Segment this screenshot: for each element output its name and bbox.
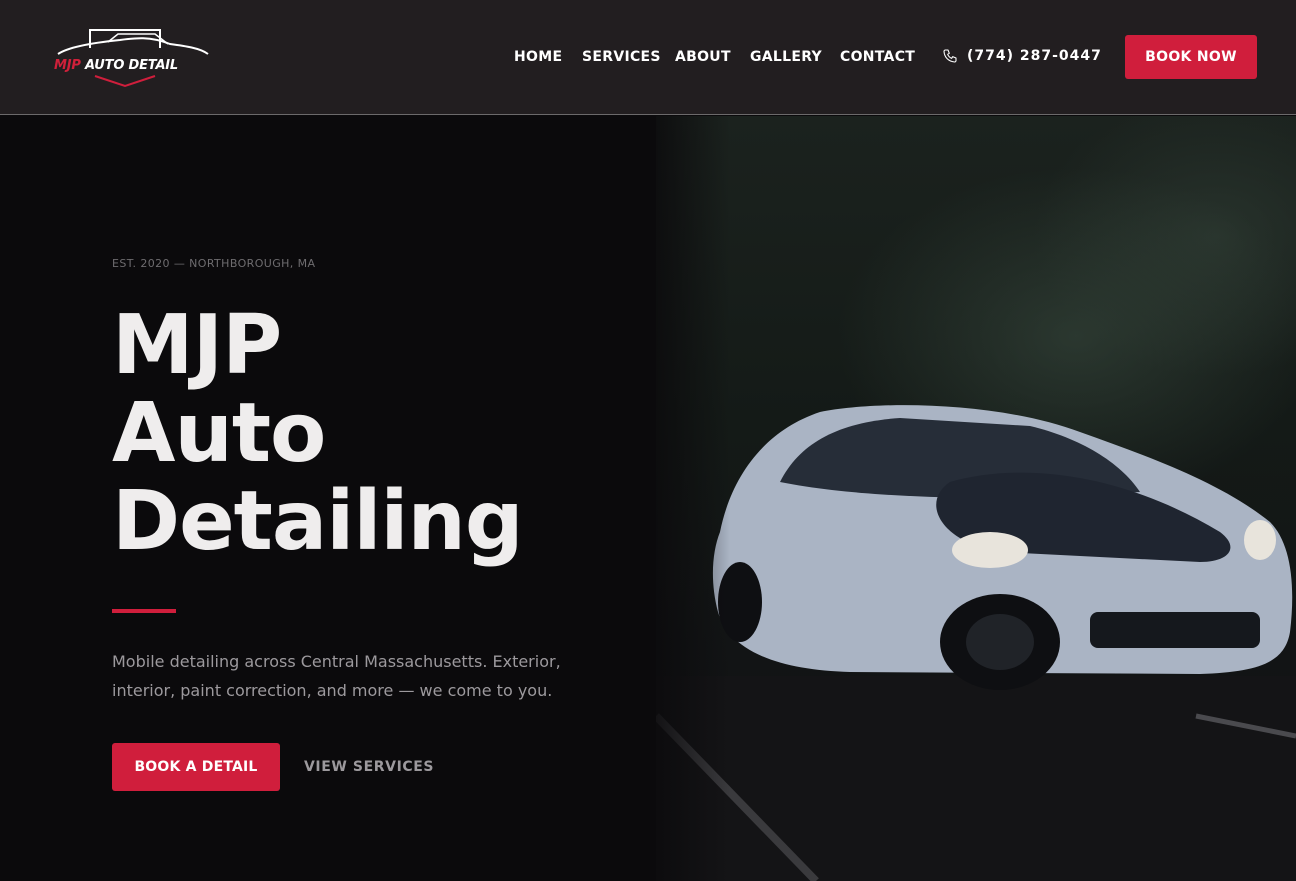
hero-title-line-1: MJP: [112, 298, 282, 393]
hero-accent-divider: [112, 609, 176, 613]
hero-title-line-2: Auto: [112, 386, 326, 481]
hero-title: MJP Auto Detailing: [112, 298, 524, 569]
view-services-link[interactable]: VIEW SERVICES: [304, 759, 434, 775]
hero-title-line-3: Detailing: [112, 474, 524, 569]
logo-wordmark: MJP AUTO DETAIL: [54, 58, 178, 73]
phone-icon: [943, 49, 957, 63]
hero-description: Mobile detailing across Central Massachu…: [112, 652, 561, 700]
nav-about[interactable]: ABOUT: [675, 49, 731, 65]
logo-brand-red: MJP: [54, 58, 81, 73]
hero-eyebrow: EST. 2020 — NORTHBOROUGH, MA: [112, 257, 316, 270]
site-logo[interactable]: MJP AUTO DETAIL: [50, 22, 220, 94]
book-now-button[interactable]: BOOK NOW: [1125, 35, 1257, 79]
phone-number: (774) 287-0447: [967, 48, 1102, 64]
logo-brand-white: AUTO DETAIL: [85, 58, 179, 73]
site-header: MJP AUTO DETAIL HOME SERVICES ABOUT GALL…: [0, 0, 1296, 115]
nav-contact[interactable]: CONTACT: [840, 49, 915, 65]
nav-home[interactable]: HOME: [514, 49, 562, 65]
hero-section: EST. 2020 — NORTHBOROUGH, MA MJP Auto De…: [0, 116, 1296, 881]
nav-services[interactable]: SERVICES: [582, 49, 661, 65]
phone-link[interactable]: (774) 287-0447: [942, 48, 1102, 64]
hero-gradient-fade: [640, 116, 730, 881]
car-graphic: [712, 405, 1293, 690]
road-graphic: [656, 676, 1296, 881]
nav-gallery[interactable]: GALLERY: [750, 49, 822, 65]
book-a-detail-button[interactable]: BOOK A DETAIL: [112, 743, 280, 791]
